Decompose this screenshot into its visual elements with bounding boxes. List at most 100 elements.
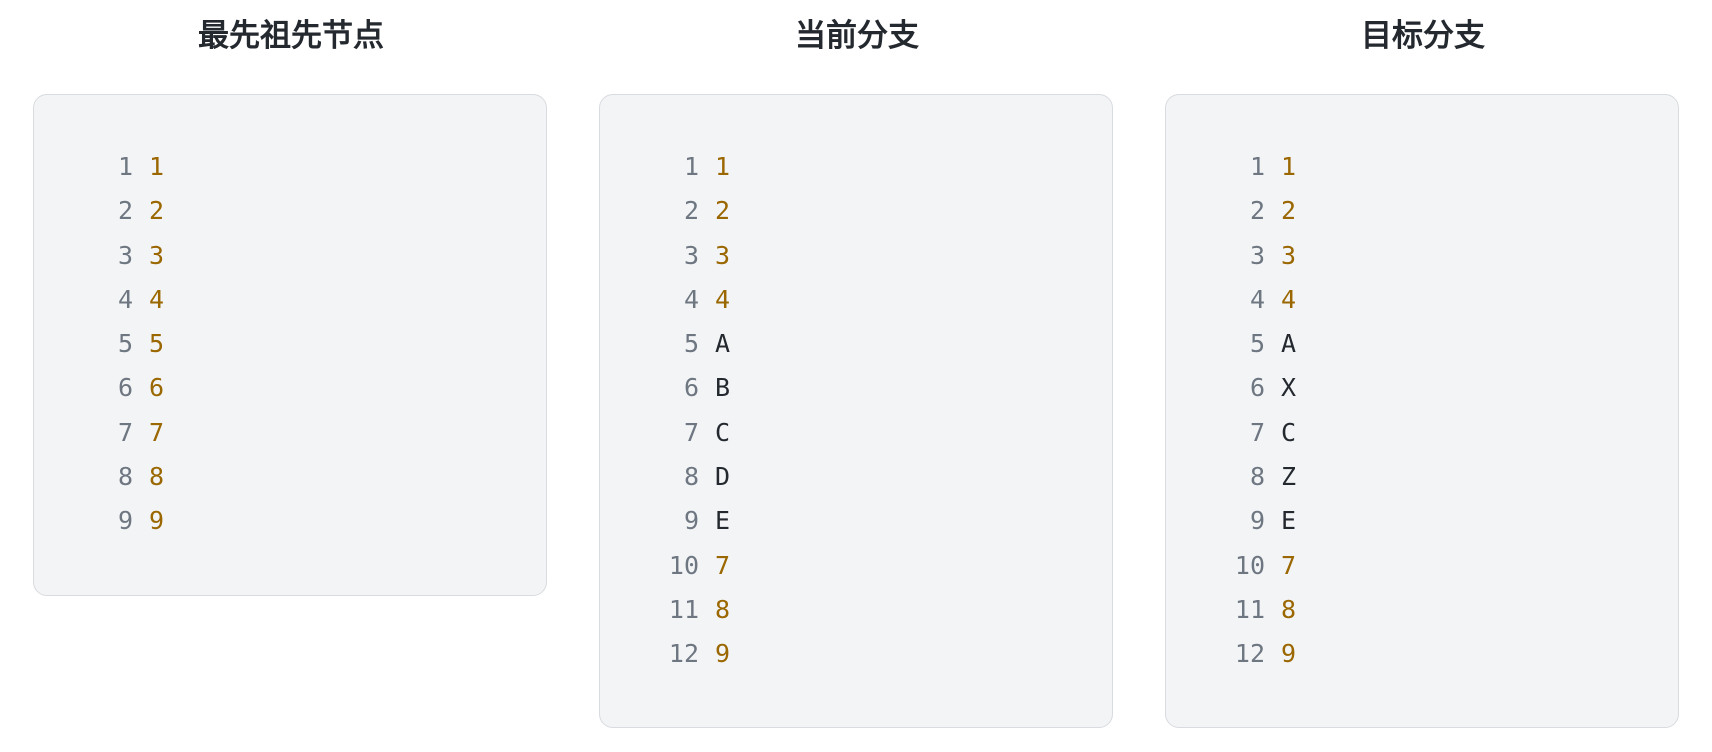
line-number: 10 <box>668 550 699 580</box>
line-number: 12 <box>1234 639 1265 669</box>
column-title: 当前分支 <box>795 18 919 54</box>
code-line: 44 <box>33 278 549 322</box>
target-branch-column: 目标分支 1 1 2 2 3 3 4 4 5 A 6 X 7 C 8 Z 9 E 10 7 11 8 12 9 <box>1165 0 1681 728</box>
line-number: 7 <box>683 417 699 447</box>
line-number: 6 <box>683 373 699 403</box>
line-text: 1 <box>715 152 731 181</box>
line-number: 5 <box>117 329 133 359</box>
code-line: 6X <box>1165 366 1681 410</box>
line-number: 2 <box>683 196 699 226</box>
line-text: E <box>715 506 731 536</box>
code-line: 10 7 <box>1165 544 1681 588</box>
code-line: 77 <box>33 411 549 455</box>
code-line: 9E <box>599 499 1115 543</box>
line-text: 7 <box>149 417 165 447</box>
line-number: 12 <box>668 639 699 669</box>
code-lines: 1 1 2 2 3 3 4 4 5 A 6 B 7 C 8 D 9 E 10 7 11 8 12 9 <box>599 145 1115 677</box>
line-text: 8 <box>149 462 165 492</box>
line-number: 1 <box>1249 152 1265 181</box>
line-number: 3 <box>117 240 133 270</box>
line-number: 9 <box>1249 506 1265 536</box>
line-text: 7 <box>1281 550 1297 580</box>
line-number: 8 <box>683 462 699 492</box>
line-text: B <box>715 373 731 403</box>
code-line: 9E <box>1165 499 1681 543</box>
line-number: 8 <box>117 462 133 492</box>
line-number: 6 <box>1249 373 1265 403</box>
line-text: 4 <box>149 284 165 314</box>
line-number: 6 <box>117 373 133 403</box>
column-title: 最先祖先节点 <box>198 18 384 54</box>
line-number: 10 <box>1234 550 1265 580</box>
line-number: 3 <box>1249 240 1265 270</box>
line-text: 1 <box>1281 152 1297 181</box>
line-text: 1 <box>149 152 165 181</box>
three-way-merge-view: 最先祖先节点 112233445566778899 当前分支 112233445… <box>0 0 1712 752</box>
code-line: 7C <box>1165 411 1681 455</box>
line-text: X <box>1281 373 1297 403</box>
code-line: 12 9 <box>1165 632 1681 676</box>
line-number: 5 <box>683 329 699 359</box>
line-number: 11 <box>1234 594 1265 624</box>
line-number: 2 <box>117 196 133 226</box>
code-lines: 1 1 2 2 3 3 4 4 5 A 6 X 7 C 8 Z 9 E 10 7 11 8 12 9 <box>1165 145 1681 677</box>
line-number: 5 <box>1249 329 1265 359</box>
code-line: 6B <box>599 366 1115 410</box>
code-line: 22 <box>1165 189 1681 233</box>
line-text: E <box>1281 506 1297 536</box>
line-number: 1 <box>683 152 699 181</box>
column-title: 目标分支 <box>1361 18 1485 54</box>
code-line: 5A <box>599 322 1115 366</box>
line-text: 2 <box>1281 196 1297 226</box>
line-number: 4 <box>1249 284 1265 314</box>
line-number: 3 <box>683 240 699 270</box>
line-text: 4 <box>1281 284 1297 314</box>
line-text: A <box>1281 329 1297 359</box>
line-text: 9 <box>149 506 165 536</box>
code-line: 88 <box>33 455 549 499</box>
line-number: 2 <box>1249 196 1265 226</box>
code-line: 55 <box>33 322 549 366</box>
code-line: 8Z <box>1165 455 1681 499</box>
line-number: 7 <box>1249 417 1265 447</box>
line-number: 1 <box>117 152 133 181</box>
code-line: 33 <box>33 234 549 278</box>
code-line: 22 <box>599 189 1115 233</box>
line-text: 3 <box>149 240 165 270</box>
line-number: 9 <box>683 506 699 536</box>
line-number: 9 <box>117 506 133 536</box>
code-line: 11 <box>599 145 1115 189</box>
base-column: 最先祖先节点 112233445566778899 <box>33 0 549 596</box>
code-line: 12 9 <box>599 632 1115 676</box>
line-text: 4 <box>715 284 731 314</box>
code-line: 11 <box>33 145 549 189</box>
line-number: 7 <box>117 417 133 447</box>
line-number: 4 <box>683 284 699 314</box>
line-text: 3 <box>1281 240 1297 270</box>
line-text: 2 <box>149 196 165 226</box>
code-lines: 112233445566778899 <box>33 145 549 544</box>
code-line: 11 8 <box>599 588 1115 632</box>
line-text: 6 <box>149 373 165 403</box>
line-text: 9 <box>715 639 731 669</box>
code-line: 99 <box>33 499 549 543</box>
code-line: 7C <box>599 411 1115 455</box>
code-line: 44 <box>599 278 1115 322</box>
code-line: 10 7 <box>599 544 1115 588</box>
line-text: Z <box>1281 462 1297 492</box>
line-text: 3 <box>715 240 731 270</box>
line-text: 2 <box>715 196 731 226</box>
code-line: 44 <box>1165 278 1681 322</box>
code-line: 8D <box>599 455 1115 499</box>
line-number: 8 <box>1249 462 1265 492</box>
line-text: 7 <box>715 550 731 580</box>
line-text: A <box>715 329 731 359</box>
line-number: 4 <box>117 284 133 314</box>
code-line: 66 <box>33 366 549 410</box>
line-number: 11 <box>668 594 699 624</box>
line-text: C <box>1281 417 1297 447</box>
line-text: 9 <box>1281 639 1297 669</box>
line-text: 8 <box>715 594 731 624</box>
line-text: 8 <box>1281 594 1297 624</box>
code-line: 22 <box>33 189 549 233</box>
